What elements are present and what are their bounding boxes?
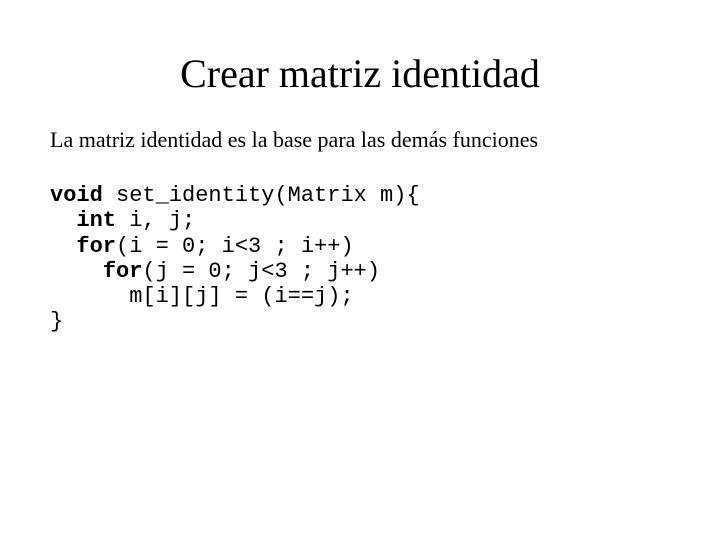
code-text: set_identity(Matrix m){ <box>103 183 420 208</box>
code-text: m[i][j] = (i==j); <box>129 284 353 309</box>
slide-title: Crear matriz identidad <box>50 50 670 97</box>
slide-subtitle: La matriz identidad es la base para las … <box>50 127 670 153</box>
code-text: (i = 0; i<3 ; i++) <box>116 234 354 259</box>
code-indent <box>50 259 103 284</box>
code-indent <box>50 234 76 259</box>
code-keyword-void: void <box>50 183 103 208</box>
code-keyword-int: int <box>76 208 116 233</box>
code-keyword-for: for <box>103 259 143 284</box>
code-text: } <box>50 309 63 334</box>
code-block: void set_identity(Matrix m){ int i, j; f… <box>50 183 670 335</box>
code-text: (j = 0; j<3 ; j++) <box>142 259 380 284</box>
code-keyword-for: for <box>76 234 116 259</box>
code-indent <box>50 284 129 309</box>
slide: Crear matriz identidad La matriz identid… <box>0 0 720 540</box>
code-indent <box>50 208 76 233</box>
code-text: i, j; <box>116 208 195 233</box>
